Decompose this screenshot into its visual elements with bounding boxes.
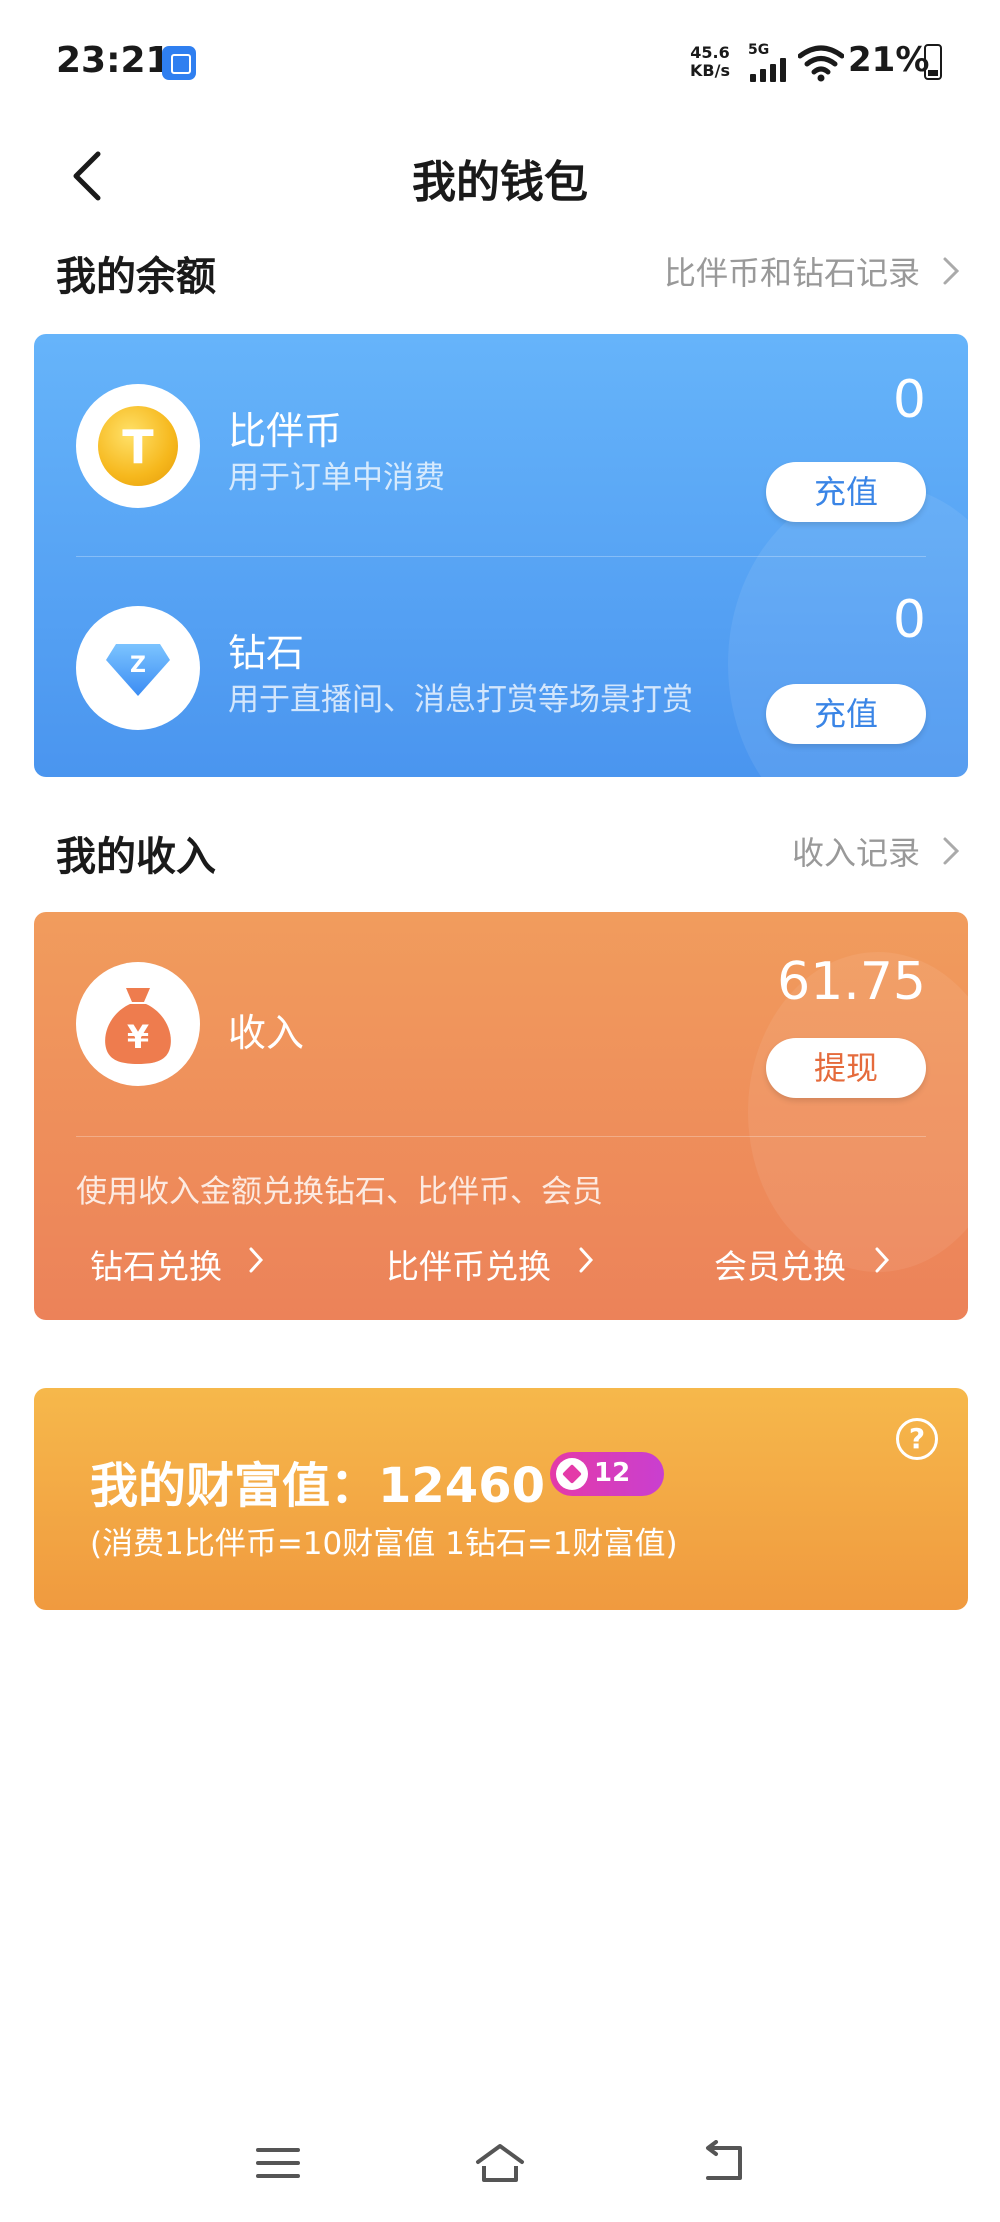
divider: [76, 1136, 926, 1137]
wealth-level-badge: 12: [550, 1452, 664, 1496]
battery-percent: 21%: [848, 40, 930, 80]
chevron-right-icon: [249, 1247, 264, 1273]
wealth-level-icon: [556, 1458, 588, 1490]
coin-icon-circle: T: [76, 384, 200, 508]
coin-desc: 用于订单中消费: [228, 460, 445, 496]
income-card: ¥ 收入 61.75 提现 使用收入金额兑换钻石、比伴币、会员 钻石兑换 比伴币…: [34, 912, 968, 1320]
wealth-card: 我的财富值：12460 12 (消费1比伴币=10财富值 1钻石=1财富值) ?: [34, 1388, 968, 1610]
chevron-right-icon: [579, 1247, 594, 1273]
coin-balance: 0: [892, 370, 926, 430]
app-notification-icon: [162, 46, 196, 80]
back-nav-icon[interactable]: [698, 2140, 750, 2186]
menu-icon[interactable]: [252, 2140, 304, 2186]
signal-icon: [750, 58, 790, 82]
diamond-recharge-button[interactable]: 充值: [766, 684, 926, 744]
income-records-link[interactable]: 收入记录: [792, 828, 960, 874]
vip-exchange-link[interactable]: 会员兑换: [714, 1240, 846, 1288]
income-label: 收入: [228, 1011, 305, 1055]
income-section-title: 我的收入: [56, 834, 216, 880]
chevron-right-icon: [875, 1247, 890, 1273]
coin-icon: T: [98, 406, 178, 486]
wifi-icon: [798, 45, 844, 82]
status-time: 23:21: [56, 40, 171, 81]
network-speed-value: 45.6: [690, 43, 730, 62]
money-bag-icon: ¥: [105, 988, 171, 1064]
battery-icon: [924, 44, 942, 80]
income-exchange-hint: 使用收入金额兑换钻石、比伴币、会员: [76, 1174, 603, 1210]
balance-section-title: 我的余额: [56, 254, 216, 300]
network-type: 5G: [748, 42, 770, 58]
divider: [76, 556, 926, 557]
wealth-rule: (消费1比伴币=10财富值 1钻石=1财富值): [90, 1526, 678, 1562]
diamond-balance: 0: [892, 590, 926, 650]
wealth-level-number: 12: [594, 1458, 631, 1488]
diamond-name: 钻石: [228, 631, 305, 675]
diamond-exchange-link[interactable]: 钻石兑换: [90, 1240, 222, 1288]
home-icon[interactable]: [474, 2140, 526, 2186]
diamond-icon-circle: Z: [76, 606, 200, 730]
balance-records-link[interactable]: 比伴币和钻石记录: [664, 248, 960, 294]
network-speed: 45.6 KB/s: [690, 44, 730, 80]
svg-text:Z: Z: [130, 653, 146, 678]
help-icon[interactable]: ?: [896, 1418, 938, 1460]
page-title: 我的钱包: [412, 157, 588, 208]
diamond-desc: 用于直播间、消息打赏等场景打赏: [228, 682, 693, 718]
diamond-icon: Z: [106, 644, 170, 696]
coin-name: 比伴币: [228, 409, 343, 453]
withdraw-button[interactable]: 提现: [766, 1038, 926, 1098]
balance-records-label: 比伴币和钻石记录: [663, 254, 920, 292]
balance-card: T 比伴币 用于订单中消费 0 充值 Z 钻石 用于直播间、消息打赏等场景打赏 …: [34, 334, 968, 777]
network-speed-unit: KB/s: [690, 61, 730, 80]
svg-text:¥: ¥: [127, 1018, 149, 1056]
chevron-right-icon: [943, 837, 960, 865]
coin-recharge-button[interactable]: 充值: [766, 462, 926, 522]
money-bag-icon-circle: ¥: [76, 962, 200, 1086]
chevron-right-icon: [943, 257, 960, 285]
wealth-value: 我的财富值：12460: [90, 1458, 545, 1514]
income-records-label: 收入记录: [791, 834, 920, 872]
income-amount: 61.75: [777, 952, 926, 1012]
coin-exchange-link[interactable]: 比伴币兑换: [386, 1240, 551, 1288]
